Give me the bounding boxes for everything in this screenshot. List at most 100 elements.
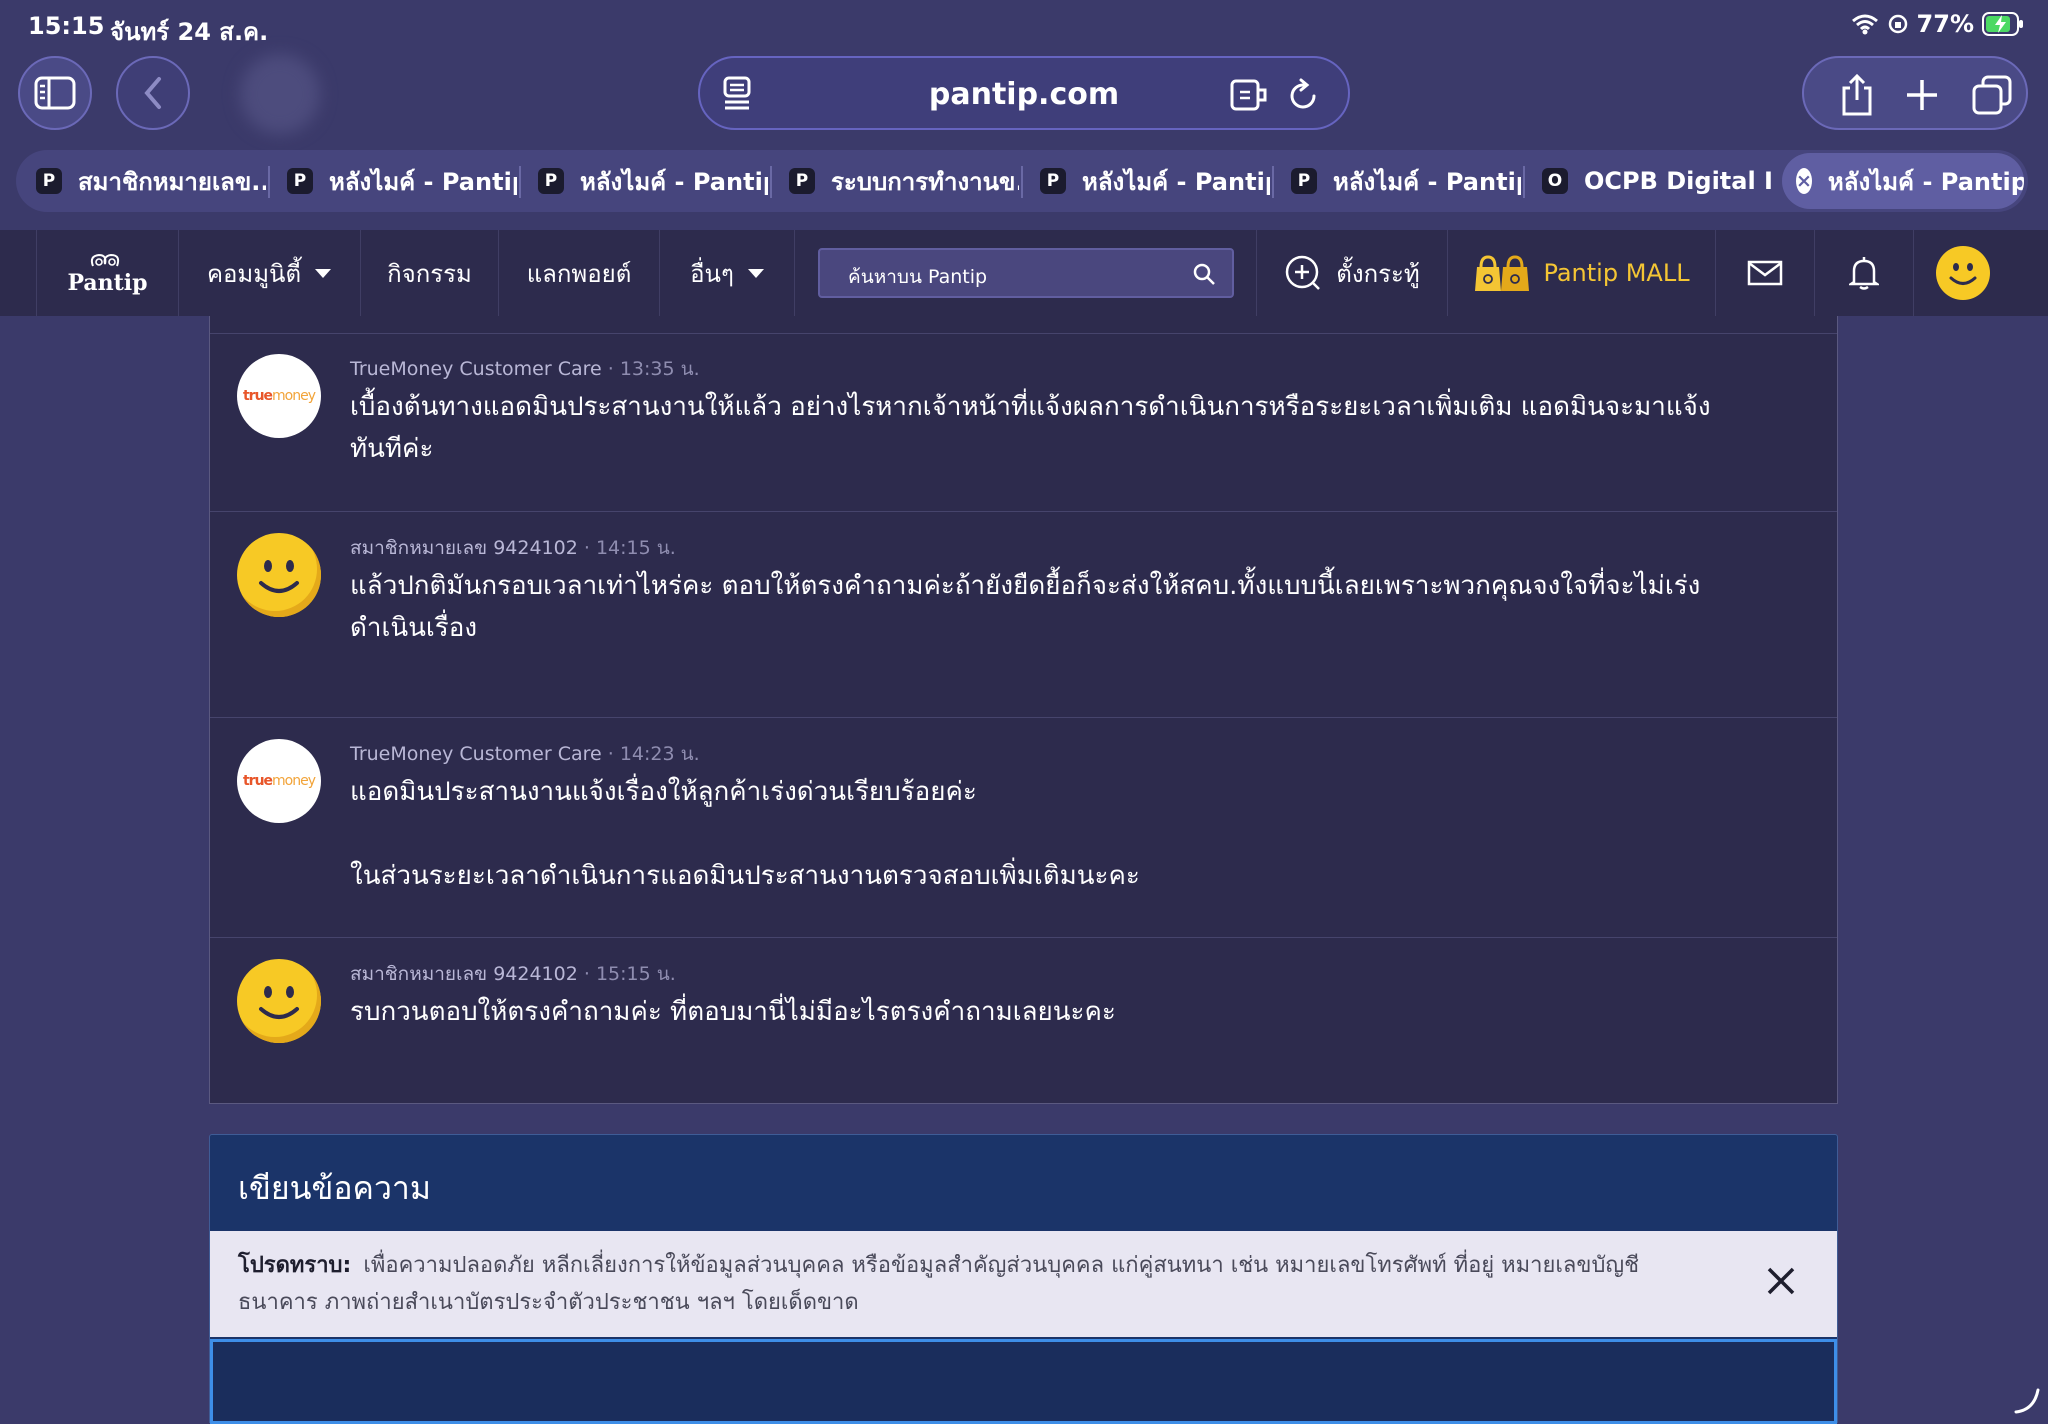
favicon: O	[1542, 168, 1568, 194]
search-input[interactable]: ค้นหาบน Pantip	[818, 248, 1234, 298]
activity-link[interactable]: กิจกรรม	[361, 230, 499, 316]
new-topic-label: ตั้งกระทู้	[1336, 259, 1420, 288]
new-topic-button[interactable]: ตั้งกระทู้	[1257, 230, 1448, 316]
extension-icon[interactable]	[1230, 78, 1268, 112]
notice-label: โปรดทราบ:	[238, 1253, 352, 1278]
more-label: อื่นๆ	[690, 259, 734, 288]
notice-text-line1: เพื่อความปลอดภัย หลีกเลี่ยงการให้ข้อมูลส…	[363, 1253, 1640, 1278]
pantip-navbar: Pantip คอมมูนิตี้ กิจกรรม แลกพอยต์ อื่นๆ…	[0, 230, 2048, 316]
battery-percent: 77%	[1916, 10, 1974, 38]
tab-3[interactable]: P หลังไมค์ - Pantip	[538, 150, 768, 212]
battery-charging-icon	[1982, 12, 2023, 36]
message-time: · 13:35 น.	[607, 358, 700, 380]
points-link[interactable]: แลกพอยต์	[499, 230, 660, 316]
tabs-overview-icon[interactable]	[1972, 75, 2012, 115]
close-tab-icon[interactable]: ×	[1796, 168, 1812, 194]
address-bar[interactable]: pantip.com	[698, 56, 1350, 130]
tab-7[interactable]: O OCPB Digital ID	[1542, 150, 1772, 212]
activity-label: กิจกรรม	[387, 259, 472, 288]
message-body: เบื้องต้นทางแอดมินประสานงานให้แล้ว อย่าง…	[350, 392, 1711, 464]
tab-5[interactable]: P หลังไมค์ - Pantip	[1040, 150, 1270, 212]
toolbar-right-group	[1802, 56, 2028, 130]
logo-text: Pantip	[67, 270, 148, 296]
message-body: แล้วปกติมันกรอบเวลาเท่าไหร่คะ ตอบให้ตรงค…	[350, 571, 1701, 643]
bell-icon	[1849, 257, 1879, 290]
community-menu[interactable]: คอมมูนิตี้	[178, 230, 361, 316]
composer-title: เขียนข้อความ	[238, 1169, 431, 1207]
message-time: · 14:15 น.	[583, 537, 676, 559]
status-time: 15:15	[28, 12, 105, 40]
blurred-avatar	[240, 54, 320, 134]
message-time: · 14:23 น.	[607, 743, 700, 765]
message-time: · 15:15 น.	[583, 963, 676, 985]
smiley-icon	[259, 560, 299, 593]
status-date: จันทร์ 24 ส.ค.	[110, 18, 269, 46]
truemoney-logo-icon: truemoney	[242, 773, 316, 789]
community-label: คอมมูนิตี้	[206, 259, 302, 288]
avatar[interactable]: truemoney	[237, 739, 321, 823]
privacy-notice: โปรดทราบ: เพื่อความปลอดภัย หลีกเลี่ยงการใ…	[210, 1231, 1837, 1337]
pantip-logo-icon	[90, 253, 119, 267]
pantip-mall-link[interactable]: Pantip MALL	[1448, 230, 1716, 316]
back-button[interactable]	[116, 56, 190, 130]
tab-bar: P สมาชิกหมายเลข... P หลังไมค์ - Pantip P…	[16, 150, 2028, 212]
profile-menu[interactable]	[1914, 230, 2012, 316]
messages-button[interactable]	[1716, 230, 1815, 316]
avatar[interactable]	[237, 533, 321, 617]
tab-title: หลังไมค์ - Pantip	[1827, 167, 2024, 196]
resize-handle-icon[interactable]	[2012, 1386, 2042, 1416]
favicon: P	[538, 168, 564, 194]
chevron-down-icon	[315, 268, 332, 278]
tab-title: หลังไมค์ - Pantip	[1082, 167, 1270, 196]
message-body: แอดมินประสานงานแจ้งเรื่องให้ลูกค้าเร่งด่…	[350, 777, 1140, 891]
avatar[interactable]	[237, 959, 321, 1043]
search-placeholder: ค้นหาบน Pantip	[848, 266, 988, 288]
tab-title: สมาชิกหมายเลข...	[78, 167, 266, 196]
close-icon[interactable]	[1763, 1263, 1799, 1299]
notifications-button[interactable]	[1815, 230, 1914, 316]
message-thread: truemoney TrueMoney Customer Care · 13:3…	[209, 316, 1838, 1104]
message-author[interactable]: สมาชิกหมายเลข 9424102	[350, 537, 578, 559]
truemoney-logo-icon: truemoney	[242, 388, 316, 404]
search-icon[interactable]	[1192, 262, 1216, 286]
smiley-icon	[259, 986, 299, 1019]
message-composer: เขียนข้อความ โปรดทราบ: เพื่อความปลอดภัย ห…	[209, 1134, 1838, 1424]
favicon: P	[1040, 168, 1066, 194]
favicon: P	[789, 168, 815, 194]
sidebar-toggle-button[interactable]	[18, 56, 92, 130]
tab-title: ระบบการทำงานข...	[831, 167, 1019, 196]
new-topic-icon	[1286, 255, 1321, 290]
points-label: แลกพอยต์	[526, 259, 632, 288]
tab-title: OCPB Digital ID	[1584, 167, 1772, 195]
favicon: P	[1291, 168, 1317, 194]
tab-title: หลังไมค์ - Pantip	[1333, 167, 1521, 196]
more-menu[interactable]: อื่นๆ	[660, 230, 795, 316]
tab-4[interactable]: P ระบบการทำงานข...	[789, 150, 1019, 212]
reload-icon[interactable]	[1288, 78, 1320, 112]
chevron-left-icon	[144, 77, 161, 109]
avatar[interactable]: truemoney	[237, 354, 321, 438]
chevron-down-icon	[747, 268, 764, 278]
tab-6[interactable]: P หลังไมค์ - Pantip	[1291, 150, 1521, 212]
avatar-smiley-icon	[1936, 246, 1990, 300]
mall-bag-icon	[1475, 255, 1530, 291]
favicon: P	[287, 168, 313, 194]
orientation-lock-icon	[1888, 14, 1907, 34]
share-icon[interactable]	[1840, 74, 1874, 116]
notice-text-line2: ธนาคาร ภาพถ่ายสำเนาบัตรประจำตัวประชาชน ฯ…	[238, 1290, 859, 1315]
message-textarea[interactable]	[210, 1339, 1837, 1424]
message-author[interactable]: TrueMoney Customer Care	[350, 743, 602, 765]
wifi-icon	[1851, 14, 1878, 35]
mall-label: Pantip MALL	[1543, 259, 1690, 287]
new-tab-icon[interactable]	[1904, 77, 1940, 113]
favicon: P	[36, 168, 62, 194]
tab-8-active[interactable]: × หลังไมค์ - Pantip	[1782, 153, 2024, 209]
message-author[interactable]: สมาชิกหมายเลข 9424102	[350, 963, 578, 985]
message-author[interactable]: TrueMoney Customer Care	[350, 358, 602, 380]
message-body: รบกวนตอบให้ตรงคำถามค่ะ ที่ตอบมานี่ไม่มีอ…	[350, 997, 1116, 1027]
tab-title: หลังไมค์ - Pantip	[580, 167, 768, 196]
tab-1[interactable]: P สมาชิกหมายเลข...	[36, 150, 266, 212]
sidebar-icon	[34, 76, 76, 110]
tab-2[interactable]: P หลังไมค์ - Pantip	[287, 150, 517, 212]
pantip-logo[interactable]: Pantip	[36, 230, 179, 316]
